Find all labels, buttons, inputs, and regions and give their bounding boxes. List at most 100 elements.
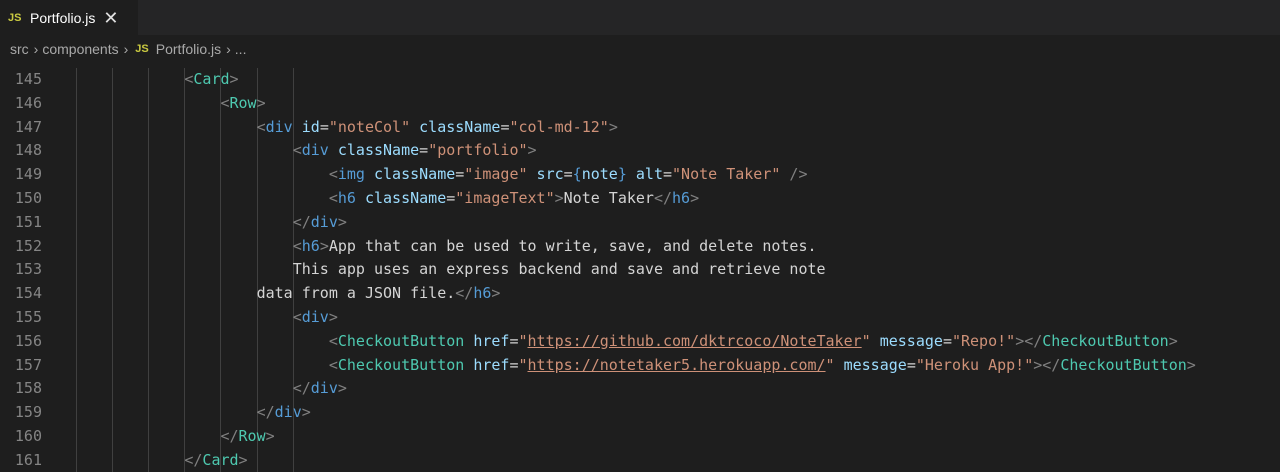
code-token: div bbox=[265, 117, 293, 136]
code-token: data from a JSON file. bbox=[256, 284, 456, 303]
code-text: <div id="noteCol" className="col-md-12"> bbox=[257, 116, 618, 140]
code-token: href bbox=[473, 355, 510, 374]
code-token: div bbox=[310, 379, 338, 398]
code-token: Row bbox=[229, 93, 257, 112]
code-token: < bbox=[220, 93, 230, 112]
code-token: div bbox=[301, 308, 329, 326]
code-text: <h6 className="imageText">Note Taker</h6… bbox=[329, 187, 699, 211]
code-token: = bbox=[446, 189, 456, 207]
code-line: 147 <div id="noteCol" className="col-md-1… bbox=[0, 116, 1280, 140]
code-token: className bbox=[373, 165, 456, 184]
code-token: CheckoutButton bbox=[1060, 355, 1187, 374]
code-token: "portfolio" bbox=[428, 141, 528, 160]
code-line: 158 </div> bbox=[0, 377, 1280, 401]
code-token: > bbox=[690, 189, 700, 207]
line-number: 160 bbox=[14, 427, 42, 445]
code-line: 150 <h6 className="imageText">Note Taker<… bbox=[0, 187, 1280, 211]
code-token: ></ bbox=[1033, 355, 1061, 374]
breadcrumb-symbol[interactable]: ... bbox=[235, 41, 247, 57]
code-token: </ bbox=[455, 284, 474, 303]
breadcrumb-file[interactable]: Portfolio.js bbox=[156, 41, 221, 57]
code-text: </div> bbox=[293, 377, 347, 401]
code-token: > bbox=[337, 379, 347, 398]
code-line: 145 <Card> bbox=[0, 68, 1280, 92]
tab-portfolio-js[interactable]: JS Portfolio.js ✕ bbox=[0, 0, 138, 35]
tab-title: Portfolio.js bbox=[30, 9, 96, 26]
code-token: = bbox=[455, 165, 465, 184]
chevron-right-icon: › bbox=[33, 41, 39, 57]
code-token: > bbox=[554, 189, 564, 207]
line-number: 161 bbox=[14, 450, 42, 469]
code-line: 160 </Row> bbox=[0, 425, 1280, 449]
code-token: > bbox=[238, 450, 248, 469]
code-token: Card bbox=[193, 70, 230, 88]
code-token: = bbox=[942, 331, 952, 350]
code-editor[interactable]: 145 <Card> 146 <Row> 147 <div id="noteCol" cl… bbox=[0, 68, 1280, 472]
code-text: </div> bbox=[257, 401, 311, 425]
javascript-file-icon: JS bbox=[8, 11, 22, 24]
code-token: This app uses an express backend and sav… bbox=[292, 260, 826, 279]
code-token: className bbox=[419, 117, 501, 136]
code-token: Row bbox=[238, 427, 266, 445]
breadcrumb: src › components › JS Portfolio.js › ... bbox=[0, 35, 1280, 63]
close-icon[interactable]: ✕ bbox=[103, 9, 118, 27]
code-token: > bbox=[527, 141, 537, 160]
line-number: 149 bbox=[14, 165, 42, 184]
line-number: 153 bbox=[14, 260, 42, 279]
code-token: div bbox=[301, 141, 329, 160]
code-token: h6 bbox=[337, 189, 356, 207]
code-token: > bbox=[229, 70, 239, 88]
breadcrumb-src[interactable]: src bbox=[10, 41, 29, 57]
code-token: > bbox=[337, 212, 347, 231]
code-line: 157 <CheckoutButton href="https://notetak… bbox=[0, 354, 1280, 378]
code-token: > bbox=[328, 308, 338, 326]
code-token: note bbox=[581, 165, 618, 184]
code-token: "Repo!" bbox=[951, 331, 1016, 350]
line-number: 158 bbox=[14, 379, 42, 398]
line-number: 146 bbox=[14, 93, 42, 112]
code-token: id bbox=[301, 117, 320, 136]
code-token: " bbox=[825, 355, 835, 374]
code-token: "image" bbox=[464, 165, 528, 184]
javascript-file-icon: JS bbox=[135, 43, 149, 55]
code-token: < bbox=[328, 331, 338, 350]
line-number: 147 bbox=[14, 117, 42, 136]
code-token: App that can be used to write, save, and… bbox=[328, 236, 817, 255]
code-text: </div> bbox=[293, 211, 347, 235]
code-line: 153 This app uses an express backend and … bbox=[0, 258, 1280, 282]
code-token: < bbox=[328, 165, 338, 184]
code-token: < bbox=[256, 117, 266, 136]
code-token: "noteCol" bbox=[328, 117, 411, 136]
code-line: 161 </Card> bbox=[0, 449, 1280, 472]
code-token: img bbox=[337, 165, 365, 184]
code-token: > bbox=[1168, 331, 1178, 350]
code-token: = bbox=[563, 165, 573, 184]
code-token: src bbox=[536, 165, 564, 184]
code-token: Card bbox=[202, 450, 239, 469]
code-text: <CheckoutButton href="https://github.com… bbox=[329, 330, 1178, 354]
code-token: = bbox=[906, 355, 916, 374]
line-number: 156 bbox=[14, 331, 42, 350]
code-token: </ bbox=[220, 427, 239, 445]
code-token: /> bbox=[789, 165, 808, 184]
breadcrumb-components[interactable]: components bbox=[42, 41, 118, 57]
code-line: 154 data from a JSON file.</h6> bbox=[0, 282, 1280, 306]
code-token: "Note Taker" bbox=[672, 165, 781, 184]
code-token: > bbox=[256, 93, 266, 112]
code-token: className bbox=[337, 141, 420, 160]
code-token[interactable]: https://github.com/dktrcoco/NoteTaker bbox=[528, 332, 862, 350]
code-text: <Card> bbox=[184, 68, 238, 92]
code-text: This app uses an express backend and sav… bbox=[293, 258, 826, 282]
code-token: className bbox=[364, 189, 447, 207]
code-line: 159 </div> bbox=[0, 401, 1280, 425]
code-token[interactable]: https://notetaker5.herokuapp.com/ bbox=[528, 356, 826, 374]
code-token: > bbox=[608, 117, 618, 136]
